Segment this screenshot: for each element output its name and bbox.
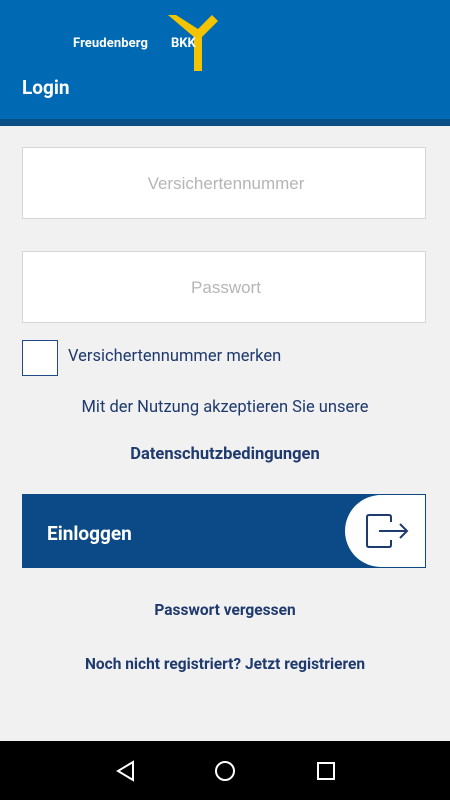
header-divider — [0, 119, 450, 126]
login-icon-area — [345, 495, 425, 567]
login-button-label: Einloggen — [47, 522, 132, 545]
login-arrow-icon — [366, 514, 409, 548]
privacy-link[interactable]: Datenschutzbedingungen — [0, 445, 450, 464]
terms-text: Mit der Nutzung akzeptieren Sie unsere — [81, 398, 369, 417]
home-icon[interactable] — [214, 760, 236, 782]
insurance-number-field[interactable] — [22, 147, 429, 220]
page-title: Login — [22, 76, 70, 99]
brand-name: Freudenberg — [73, 36, 149, 51]
remember-checkbox[interactable] — [22, 340, 58, 376]
forgot-password-link[interactable]: Passwort vergessen — [0, 601, 450, 619]
system-navigation-bar — [0, 741, 450, 800]
back-icon[interactable] — [115, 760, 137, 782]
remember-label: Versichertennummer merken — [68, 347, 282, 366]
insurance-number-input[interactable] — [23, 148, 429, 220]
recents-icon[interactable] — [315, 760, 337, 782]
brand-suffix: BKK — [171, 36, 196, 51]
password-field[interactable] — [22, 251, 429, 324]
app-header: Freudenberg BKK Login — [0, 0, 450, 119]
login-button[interactable]: Einloggen — [22, 494, 426, 568]
password-input[interactable] — [23, 252, 429, 324]
register-link[interactable]: Noch nicht registriert? Jetzt registrier… — [0, 655, 450, 673]
